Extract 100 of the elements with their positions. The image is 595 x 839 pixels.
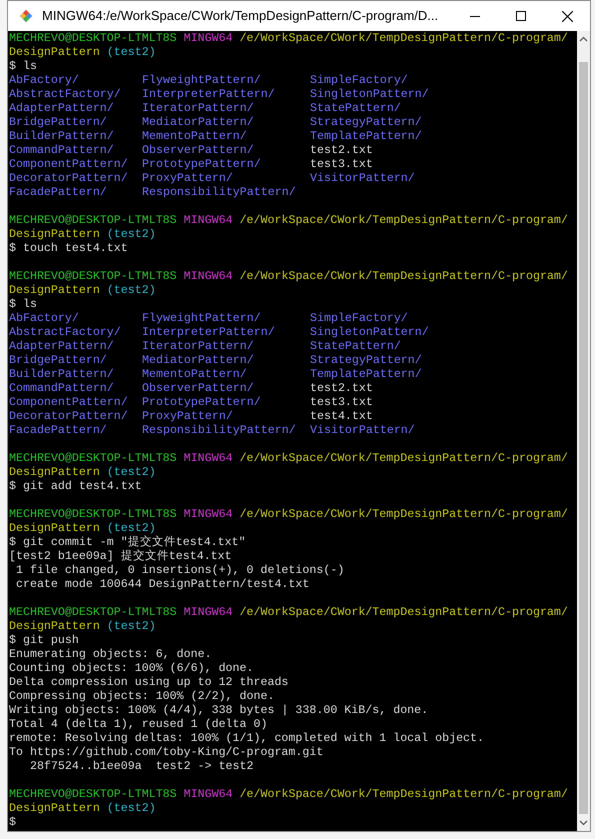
prompt-path: DesignPattern: [9, 228, 100, 241]
output-line: Enumerating objects: 6, done.: [9, 648, 212, 661]
prompt-branch: (test2): [106, 802, 156, 815]
prompt-system: MINGW64: [184, 788, 233, 801]
folder-name: PrototypePattern/: [142, 158, 261, 171]
maximize-icon: [516, 11, 526, 21]
prompt-branch: (test2): [106, 522, 156, 535]
folder-name: ObserverPattern/: [142, 144, 254, 157]
prompt-system: MINGW64: [184, 508, 233, 521]
prompt-system: MINGW64: [184, 606, 233, 619]
folder-name: DecoratorPattern/: [9, 172, 128, 185]
prompt-branch: (test2): [106, 284, 156, 297]
folder-name: StrategyPattern/: [310, 116, 422, 129]
folder-name: AdapterPattern/: [9, 340, 114, 353]
command-line: $: [9, 816, 16, 829]
folder-name: IteratorPattern/: [142, 340, 254, 353]
prompt-path: /e/WorkSpace/CWork/TempDesignPattern/C-program/: [240, 214, 568, 227]
output-line: Counting objects: 100% (6/6), done.: [9, 662, 254, 675]
output-line: [test2 b1ee09a] 提交文件test4.txt: [9, 550, 232, 563]
folder-name: ComponentPattern/: [9, 158, 128, 171]
folder-name: IteratorPattern/: [142, 102, 254, 115]
folder-name: ObserverPattern/: [142, 382, 254, 395]
prompt-path: DesignPattern: [9, 522, 100, 535]
prompt-user: MECHREVO@DESKTOP-LTMLT8S: [9, 270, 177, 283]
prompt-branch: (test2): [106, 620, 156, 633]
prompt-path: /e/WorkSpace/CWork/TempDesignPattern/C-program/: [240, 788, 568, 801]
folder-name: BridgePattern/: [9, 354, 107, 367]
window-title: MINGW64:/e/WorkSpace/CWork/TempDesignPattern/C-program/D...: [42, 7, 438, 26]
prompt-path: /e/WorkSpace/CWork/TempDesignPattern/C-program/: [240, 452, 568, 465]
prompt-path: /e/WorkSpace/CWork/TempDesignPattern/C-program/: [240, 32, 568, 45]
prompt-user: MECHREVO@DESKTOP-LTMLT8S: [9, 508, 177, 521]
command-line: $ git commit -m "提交文件test4.txt": [9, 536, 246, 549]
prompt-user: MECHREVO@DESKTOP-LTMLT8S: [9, 32, 177, 45]
command-line: $ git push: [9, 634, 79, 647]
folder-name: SimpleFactory/: [310, 312, 408, 325]
folder-name: StatePattern/: [310, 102, 401, 115]
folder-name: BuilderPattern/: [9, 368, 114, 381]
app-icon: [18, 8, 34, 24]
prompt-user: MECHREVO@DESKTOP-LTMLT8S: [9, 788, 177, 801]
prompt-user: MECHREVO@DESKTOP-LTMLT8S: [9, 452, 177, 465]
output-line: create mode 100644 DesignPattern/test4.txt: [14, 578, 310, 591]
folder-name: BuilderPattern/: [9, 130, 114, 143]
prompt-system: MINGW64: [184, 270, 233, 283]
close-icon: [562, 10, 572, 22]
file-name: test2.txt: [310, 382, 373, 395]
folder-name: FacadePattern/: [9, 424, 107, 437]
prompt-path: /e/WorkSpace/CWork/TempDesignPattern/C-program/: [240, 270, 568, 283]
folder-name: ProxyPattern/: [142, 410, 233, 423]
file-name: test3.txt: [310, 396, 373, 409]
folder-name: FacadePattern/: [9, 186, 107, 199]
folder-name: AbstractFactory/: [9, 88, 121, 101]
folder-name: ResponsibilityPattern/: [142, 424, 296, 437]
output-line: remote: Resolving deltas: 100% (1/1), completed with 1 local object.: [9, 732, 484, 745]
folder-name: ResponsibilityPattern/: [142, 186, 296, 199]
output-line: Total 4 (delta 1), reused 1 (delta 0): [9, 718, 268, 731]
folder-name: StatePattern/: [310, 340, 401, 353]
prompt-path: DesignPattern: [9, 802, 100, 815]
folder-name: SingletonPattern/: [310, 88, 429, 101]
folder-name: SingletonPattern/: [310, 326, 429, 339]
folder-name: StrategyPattern/: [310, 354, 422, 367]
prompt-path: DesignPattern: [9, 284, 100, 297]
scroll-up-icon[interactable]: [579, 36, 588, 42]
file-name: test4.txt: [310, 410, 373, 423]
folder-name: DecoratorPattern/: [9, 410, 128, 423]
folder-name: PrototypePattern/: [142, 396, 261, 409]
prompt-path: DesignPattern: [9, 46, 100, 59]
prompt-branch: (test2): [106, 46, 156, 59]
folder-name: MediatorPattern/: [142, 354, 254, 367]
prompt-user: MECHREVO@DESKTOP-LTMLT8S: [9, 214, 177, 227]
folder-name: FlyweightPattern/: [142, 312, 261, 325]
output-line: Writing objects: 100% (4/4), 338 bytes | 338.00 KiB/s, done.: [9, 704, 428, 717]
command-line: $ ls: [9, 60, 37, 73]
folder-name: FlyweightPattern/: [142, 74, 261, 87]
prompt-branch: (test2): [106, 228, 156, 241]
folder-name: AdapterPattern/: [9, 102, 114, 115]
folder-name: AbFactory/: [9, 312, 79, 325]
folder-name: VisitorPattern/: [310, 424, 415, 437]
prompt-user: MECHREVO@DESKTOP-LTMLT8S: [9, 606, 177, 619]
folder-name: VisitorPattern/: [310, 172, 415, 185]
file-name: test3.txt: [310, 158, 373, 171]
prompt-system: MINGW64: [184, 214, 233, 227]
scrollbar[interactable]: [577, 31, 590, 831]
scroll-down-icon[interactable]: [579, 820, 588, 826]
folder-name: ComponentPattern/: [9, 396, 128, 409]
folder-name: AbstractFactory/: [9, 326, 121, 339]
folder-name: InterpreterPattern/: [142, 88, 275, 101]
command-line: $ ls: [9, 298, 37, 311]
prompt-path: /e/WorkSpace/CWork/TempDesignPattern/C-program/: [240, 606, 568, 619]
scroll-thumb[interactable]: [579, 62, 588, 814]
output-line: Compressing objects: 100% (2/2), done.: [9, 690, 274, 703]
prompt-system: MINGW64: [184, 32, 233, 45]
prompt-path: DesignPattern: [9, 620, 100, 633]
folder-name: MementoPattern/: [142, 130, 247, 143]
folder-name: BridgePattern/: [9, 116, 107, 129]
folder-name: TemplatePattern/: [310, 368, 422, 381]
folder-name: InterpreterPattern/: [142, 326, 275, 339]
folder-name: TemplatePattern/: [310, 130, 422, 143]
folder-name: SimpleFactory/: [310, 74, 408, 87]
output-line: To https://github.com/toby-King/C-program.git: [9, 746, 324, 759]
folder-name: AbFactory/: [9, 74, 79, 87]
